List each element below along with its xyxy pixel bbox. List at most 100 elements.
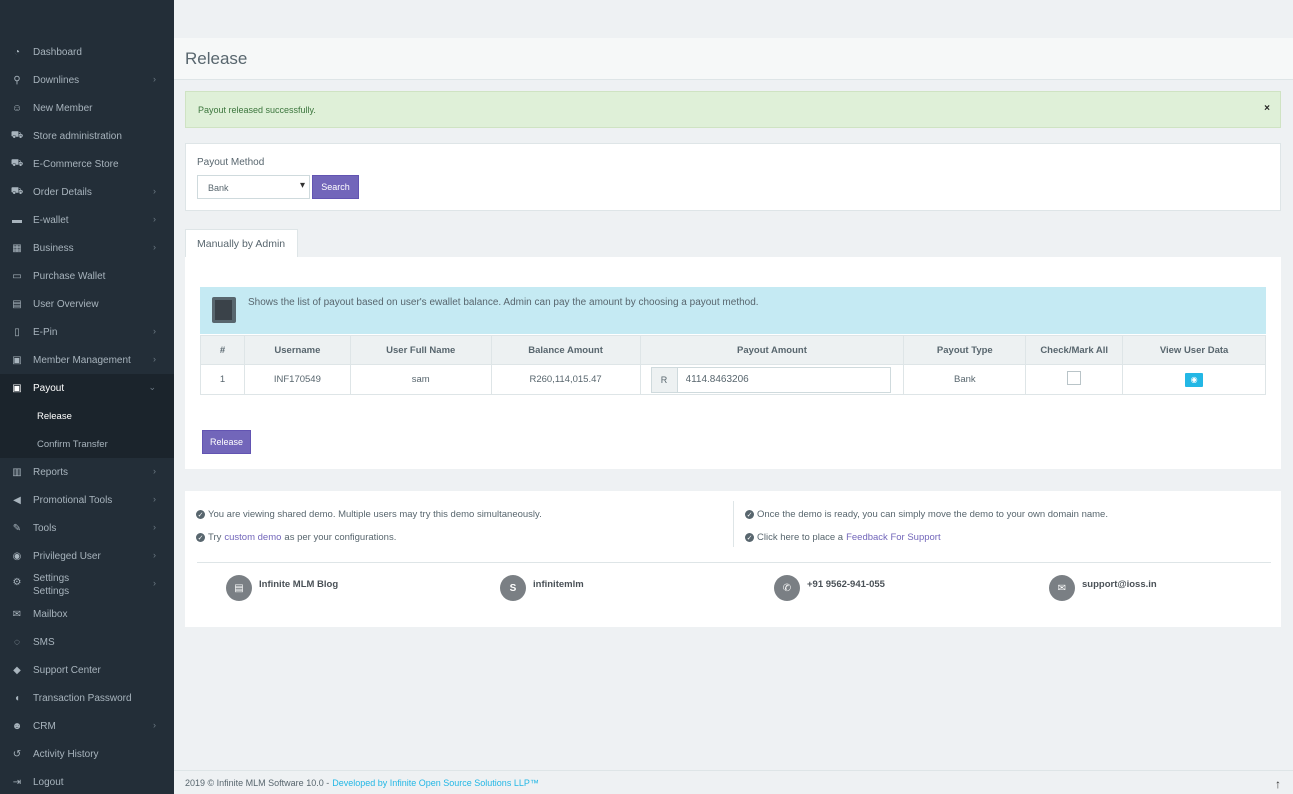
dashboard-icon: ◔ <box>13 46 21 58</box>
col-header-view-user: View User Data <box>1122 335 1266 365</box>
check-circle-icon: ✓ <box>745 510 754 519</box>
sidebar-item-sms[interactable]: ◌ SMS <box>0 628 174 656</box>
sidebar-item-label: New Member <box>33 102 93 114</box>
sidebar-item-e-pin[interactable]: ▯ E-Pin › <box>0 318 174 346</box>
copyright-text: 2019 © Infinite MLM Software 10.0 - <box>185 777 330 788</box>
chevron-right-icon: › <box>153 720 156 730</box>
col-header-balance: Balance Amount <box>490 335 641 365</box>
contact-blog[interactable]: ▤ Infinite MLM Blog <box>226 575 338 601</box>
alert-close-icon[interactable]: × <box>1264 103 1270 114</box>
sidebar-item-label: Support Center <box>33 664 101 676</box>
sidebar-nav: ◔ Dashboard ⚲ Downlines › ☺ New Member ⛟ Store a… <box>0 38 174 794</box>
sidebar-item-tools[interactable]: ✎ Tools › <box>0 514 174 542</box>
demo-note: ✓ You are viewing shared demo. Multiple … <box>196 503 542 526</box>
sidebar-item-promotional-tools[interactable]: ◀ Promotional Tools › <box>0 486 174 514</box>
cell-full-name: sam <box>349 364 492 395</box>
sidebar: ◔ Dashboard ⚲ Downlines › ☺ New Member ⛟ Store a… <box>0 0 174 794</box>
chevron-down-icon: ⌄ <box>148 382 156 392</box>
cell-check <box>1025 364 1124 395</box>
cart-icon: ⛟ <box>10 185 24 197</box>
top-bar <box>174 0 1293 38</box>
contact-label: Infinite MLM Blog <box>259 579 339 590</box>
check-circle-icon: ✓ <box>745 533 754 542</box>
divider <box>733 501 734 547</box>
developer-link[interactable]: Developed by Infinite Open Source Soluti… <box>332 778 539 788</box>
payout-method-panel: Payout Method Bank ▾ Search <box>185 143 1281 211</box>
sidebar-item-label: Privileged User <box>33 550 101 562</box>
envelope-icon: ✉ <box>12 608 22 620</box>
chevron-right-icon: › <box>153 242 156 252</box>
arrow-up-icon[interactable]: ↑ <box>1275 777 1281 791</box>
sidebar-item-label: Business <box>33 242 74 254</box>
payout-table: # Username User Full Name Balance Amount… <box>200 335 1266 395</box>
demo-note-text: Once the demo is ready, you can simply m… <box>757 509 1108 520</box>
eye-icon[interactable]: ◉ <box>1185 372 1204 387</box>
payout-method-select[interactable]: Bank ▾ <box>197 175 310 199</box>
custom-demo-link[interactable]: custom demo <box>224 532 281 543</box>
bookmark-icon: ▯ <box>14 326 20 338</box>
sidebar-item-downlines[interactable]: ⚲ Downlines › <box>0 66 174 94</box>
demo-notes-left: ✓ You are viewing shared demo. Multiple … <box>196 503 542 549</box>
col-header-full-name: User Full Name <box>349 335 492 365</box>
sidebar-item-logout[interactable]: ⇥ Logout <box>0 768 174 794</box>
user-circle-icon: ◉ <box>12 550 22 562</box>
blog-icon: ▤ <box>226 575 252 601</box>
sidebar-item-dashboard[interactable]: ◔ Dashboard <box>0 38 174 66</box>
row-checkbox[interactable] <box>1067 371 1082 385</box>
feedback-link[interactable]: Feedback For Support <box>846 532 941 543</box>
search-button[interactable]: Search <box>312 175 359 199</box>
sidebar-item-reports[interactable]: ▥ Reports › <box>0 458 174 486</box>
cell-num: 1 <box>200 364 245 395</box>
page-header: Release <box>174 38 1293 80</box>
demo-note-text: as per your configurations. <box>284 532 397 543</box>
contact-skype[interactable]: S infinitemlm <box>500 575 584 601</box>
alert-message: Payout released successfully. <box>198 104 316 115</box>
sidebar-subitem-release[interactable]: Release <box>0 402 174 430</box>
sidebar-item-store-administration[interactable]: ⛟ Store administration <box>0 122 174 150</box>
chevron-right-icon: › <box>153 186 156 196</box>
sidebar-item-label: Payout <box>33 382 65 394</box>
sidebar-item-member-management[interactable]: ▣ Member Management › <box>0 346 174 374</box>
sidebar-subitem-confirm-transfer[interactable]: Confirm Transfer <box>0 430 174 458</box>
building-icon: ▦ <box>12 242 22 254</box>
sidebar-item-mailbox[interactable]: ✉ Mailbox <box>0 600 174 628</box>
demo-notes-right: ✓ Once the demo is ready, you can simply… <box>745 503 1108 549</box>
tab-panel: Shows the list of payout based on user's… <box>185 257 1281 469</box>
sidebar-item-user-overview[interactable]: ▤ User Overview <box>0 290 174 318</box>
briefcase-icon: ▬ <box>12 214 22 226</box>
col-header-username: Username <box>243 335 351 365</box>
sidebar-item-label: SMS <box>33 636 55 648</box>
col-header-check-all[interactable]: Check/Mark All <box>1025 335 1124 365</box>
sidebar-item-label: Tools <box>33 522 57 534</box>
page-footer: 2019 © Infinite MLM Software 10.0 - Deve… <box>174 770 1293 794</box>
sidebar-item-support-center[interactable]: ◆ Support Center <box>0 656 174 684</box>
payout-method-label: Payout Method <box>197 157 265 168</box>
sidebar-item-e-commerce-store[interactable]: ⛟ E-Commerce Store <box>0 150 174 178</box>
divider <box>197 562 1271 563</box>
check-circle-icon: ✓ <box>196 533 205 542</box>
currency-addon: R <box>651 367 678 392</box>
sidebar-item-label: Promotional Tools <box>33 494 113 506</box>
release-button[interactable]: Release <box>202 430 251 454</box>
sitemap-icon: ⚲ <box>13 74 21 86</box>
sidebar-item-settings[interactable]: ⚙ Settings › Settings <box>0 570 174 600</box>
sidebar-item-new-member[interactable]: ☺ New Member <box>0 94 174 122</box>
payout-amount-input[interactable] <box>677 374 891 385</box>
contact-whatsapp[interactable]: ✆ +91 9562-941-055 <box>774 575 885 601</box>
sidebar-item-business[interactable]: ▦ Business › <box>0 234 174 262</box>
main-content: Release Payout released successfully. × … <box>174 0 1293 794</box>
chevron-right-icon: › <box>153 74 156 84</box>
sidebar-item-purchase-wallet[interactable]: ▭ Purchase Wallet <box>0 262 174 290</box>
chevron-right-icon: › <box>153 522 156 532</box>
sidebar-item-activity-history[interactable]: ↺ Activity History <box>0 740 174 768</box>
sidebar-item-order-details[interactable]: ⛟ Order Details › <box>0 178 174 206</box>
tab-manually-by-admin[interactable]: Manually by Admin <box>185 229 298 258</box>
cart-icon: ⛟ <box>10 157 24 169</box>
sidebar-item-privileged-user[interactable]: ◉ Privileged User › <box>0 542 174 570</box>
payout-amount-input-group: R <box>650 366 892 393</box>
sidebar-item-crm[interactable]: ☻ CRM › <box>0 712 174 740</box>
sidebar-item-e-wallet[interactable]: ▬ E-wallet › <box>0 206 174 234</box>
sidebar-item-payout[interactable]: ▣ Payout ⌄ <box>0 374 174 402</box>
sidebar-item-transaction-password[interactable]: ◖ Transaction Password <box>0 684 174 712</box>
contact-email[interactable]: ✉ support@ioss.in <box>1049 575 1157 601</box>
